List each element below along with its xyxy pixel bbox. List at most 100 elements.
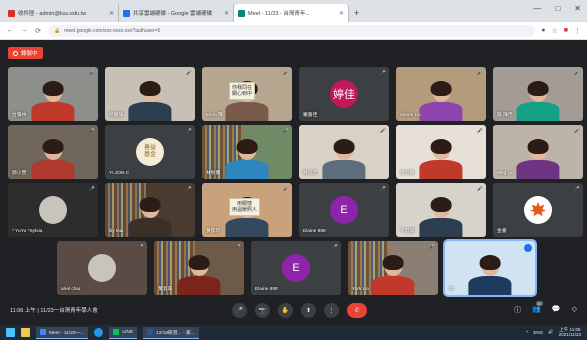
recording-badge: 錄製中: [8, 47, 43, 59]
minimize-button[interactable]: —: [533, 4, 541, 13]
participant-name: YI.JON C: [109, 171, 130, 176]
participant-video: [419, 80, 463, 121]
held-sign: 你我同在 關心到中: [229, 82, 256, 101]
maximize-button[interactable]: □: [555, 4, 560, 13]
participant-name: * YuYu *Sylvia: [12, 229, 43, 234]
participant-tile[interactable]: 🎤 * YuYu *Sylvia: [8, 183, 98, 237]
participant-tile[interactable]: 🎤 Aileen Lin: [396, 67, 486, 121]
participant-tile[interactable]: 你: [443, 239, 537, 297]
browser-tab-meet[interactable]: Meet - 11/23 - 台灣青年... ✕: [234, 4, 349, 22]
participant-tile[interactable]: 你我同在 關心到中 🎤 Ellen 陳: [202, 67, 292, 121]
tab-label: Meet - 11/23 - 台灣青年...: [248, 11, 310, 17]
system-tray: ^ ENG 🔊 上午 11:06 2021/11/23: [526, 327, 581, 337]
language-indicator[interactable]: ENG: [533, 330, 543, 335]
meet-stage: 錄製中 🎤 台灣林 🎤 徐麗珠 你我同在 關心到中 🎤 Ellen 陳 婷佳 🎤 羅嘉佳 🎤 Aile…: [0, 41, 587, 325]
participant-video: [128, 80, 172, 121]
tab-label: 收件匣 - admin@ksu.edu.tw: [18, 11, 87, 17]
participant-tile[interactable]: 🎤 lily tsai: [105, 183, 195, 237]
raise-hand-button[interactable]: ✋: [278, 303, 293, 318]
participant-tile[interactable]: 善益 基金 🎤 YI.JON C: [105, 125, 195, 179]
participant-tile[interactable]: 用關懷 用溫暖照人 🎤 黃郁玲: [202, 183, 292, 237]
taskbar-app-label: Meet - 11/23一...: [49, 330, 85, 336]
taskbar-app-line[interactable]: LINE: [109, 326, 138, 339]
close-tab-icon[interactable]: ✕: [109, 10, 114, 17]
participant-video: [31, 138, 75, 179]
close-tab-icon[interactable]: ✕: [339, 10, 344, 17]
maple-leaf-icon: [524, 196, 552, 224]
record-icon: [13, 50, 18, 56]
participant-tile[interactable]: 🎤 千淑如: [396, 183, 486, 237]
microphone-muted-icon: 🎤: [186, 70, 192, 75]
participant-name: Meg.Lin: [497, 171, 515, 176]
extension-icon[interactable]: ■: [564, 27, 568, 34]
meeting-side-controls: ⓘ 👥 24 💬 ◇: [514, 301, 577, 315]
edge-icon[interactable]: [94, 328, 104, 337]
participant-tile[interactable]: 🎤 York Lin: [348, 241, 438, 295]
participant-name: Aileen Lin: [400, 113, 422, 118]
profile-photo: [39, 196, 67, 224]
participant-tile[interactable]: 🎤 林秋蘭: [202, 125, 292, 179]
avatar: 婷佳: [330, 80, 358, 108]
present-button[interactable]: ⬆: [301, 303, 316, 318]
browser-tab-drive[interactable]: 共享雲端硬碟 - Google 雲端硬碟 ✕: [119, 4, 234, 22]
microphone-muted-icon: 🎤: [89, 128, 95, 133]
participant-name: 你: [449, 287, 454, 292]
participant-tile[interactable]: 🎤 郭小雪: [8, 125, 98, 179]
system-clock[interactable]: 上午 11:06 2021/11/23: [559, 327, 581, 337]
new-tab-button[interactable]: +: [354, 4, 359, 22]
file-explorer-icon[interactable]: [21, 328, 30, 337]
held-sign: 用關懷 用溫暖照人: [229, 198, 261, 217]
participant-name: lily tsai: [109, 229, 124, 234]
participant-tile[interactable]: 🎤 葉淑美: [154, 241, 244, 295]
participant-tile[interactable]: 🎤 ariel chiu: [57, 241, 147, 295]
participant-tile[interactable]: 🎤 Meg.Lin: [493, 125, 583, 179]
url-field[interactable]: 🔒 meet.google.com/xxx-xxxx-xxx?authuser=…: [48, 24, 536, 37]
participant-tile[interactable]: 🎤 林光芝: [299, 125, 389, 179]
participant-tile[interactable]: 🎤 張淑敏: [396, 125, 486, 179]
forward-button[interactable]: →: [20, 27, 28, 34]
microphone-muted-icon: 🎤: [380, 70, 386, 75]
star-icon[interactable]: ☆: [551, 27, 557, 35]
more-options-button[interactable]: ⋮: [324, 303, 339, 318]
participant-video: [322, 138, 366, 179]
participant-tile[interactable]: 🎤 金嘉: [493, 183, 583, 237]
participant-name: 郭小雪: [12, 171, 27, 176]
taskbar-app-word[interactable]: 12/19研習... - 家...: [143, 326, 199, 339]
browser-tab-gmail[interactable]: 收件匣 - admin@ksu.edu.tw ✕: [4, 4, 119, 22]
meeting-controls-bar: 11:06 上午 | 11/23一台灣青年學人會 🎤 📷 ✋ ⬆ ⋮ ✆ ⓘ 👥…: [0, 297, 587, 325]
recording-label: 錄製中: [21, 51, 38, 57]
microphone-muted-icon: 🎤: [283, 70, 289, 75]
chat-icon[interactable]: 💬: [552, 305, 561, 315]
address-bar-row: ← → ⟳ 🔒 meet.google.com/xxx-xxxx-xxx?aut…: [0, 22, 587, 40]
activities-icon[interactable]: ◇: [572, 305, 577, 315]
meet-favicon-icon: [238, 9, 245, 17]
back-button[interactable]: ←: [6, 27, 14, 34]
participant-tile[interactable]: E 🎤 Elaine 888: [251, 241, 341, 295]
close-tab-icon[interactable]: ✕: [224, 10, 229, 17]
participant-tile[interactable]: 🎤 蔡 陳佳: [493, 67, 583, 121]
end-call-button[interactable]: ✆: [347, 303, 367, 318]
volume-icon[interactable]: 🔊: [548, 329, 554, 335]
participant-name: 林秋蘭: [206, 171, 221, 176]
participant-tile[interactable]: E 🎤 Elaine 888: [299, 183, 389, 237]
info-icon[interactable]: ⓘ: [514, 305, 521, 315]
taskbar-app-meet[interactable]: Meet - 11/23一...: [36, 326, 89, 339]
reload-button[interactable]: ⟳: [34, 27, 42, 35]
microphone-button[interactable]: 🎤: [232, 303, 247, 318]
microphone-muted-icon: 🎤: [186, 128, 192, 133]
participant-tile[interactable]: 婷佳 🎤 羅嘉佳: [299, 67, 389, 121]
camera-button[interactable]: 📷: [255, 303, 270, 318]
microphone-muted-icon: 🎤: [283, 186, 289, 191]
participant-tile[interactable]: 🎤 台灣林: [8, 67, 98, 121]
participant-video: [177, 254, 221, 295]
people-button[interactable]: 👥 24: [532, 301, 543, 315]
microphone-muted-icon: 🎤: [380, 186, 386, 191]
lock-icon: 🔒: [54, 27, 61, 34]
microphone-muted-icon: 🎤: [477, 128, 483, 133]
camera-indicator-icon[interactable]: ●: [541, 27, 545, 34]
start-icon[interactable]: [6, 328, 15, 337]
participant-tile[interactable]: 🎤 徐麗珠: [105, 67, 195, 121]
close-window-button[interactable]: ✕: [574, 4, 581, 13]
tray-overflow-icon[interactable]: ^: [526, 330, 528, 335]
menu-icon[interactable]: ⋮: [574, 27, 581, 35]
